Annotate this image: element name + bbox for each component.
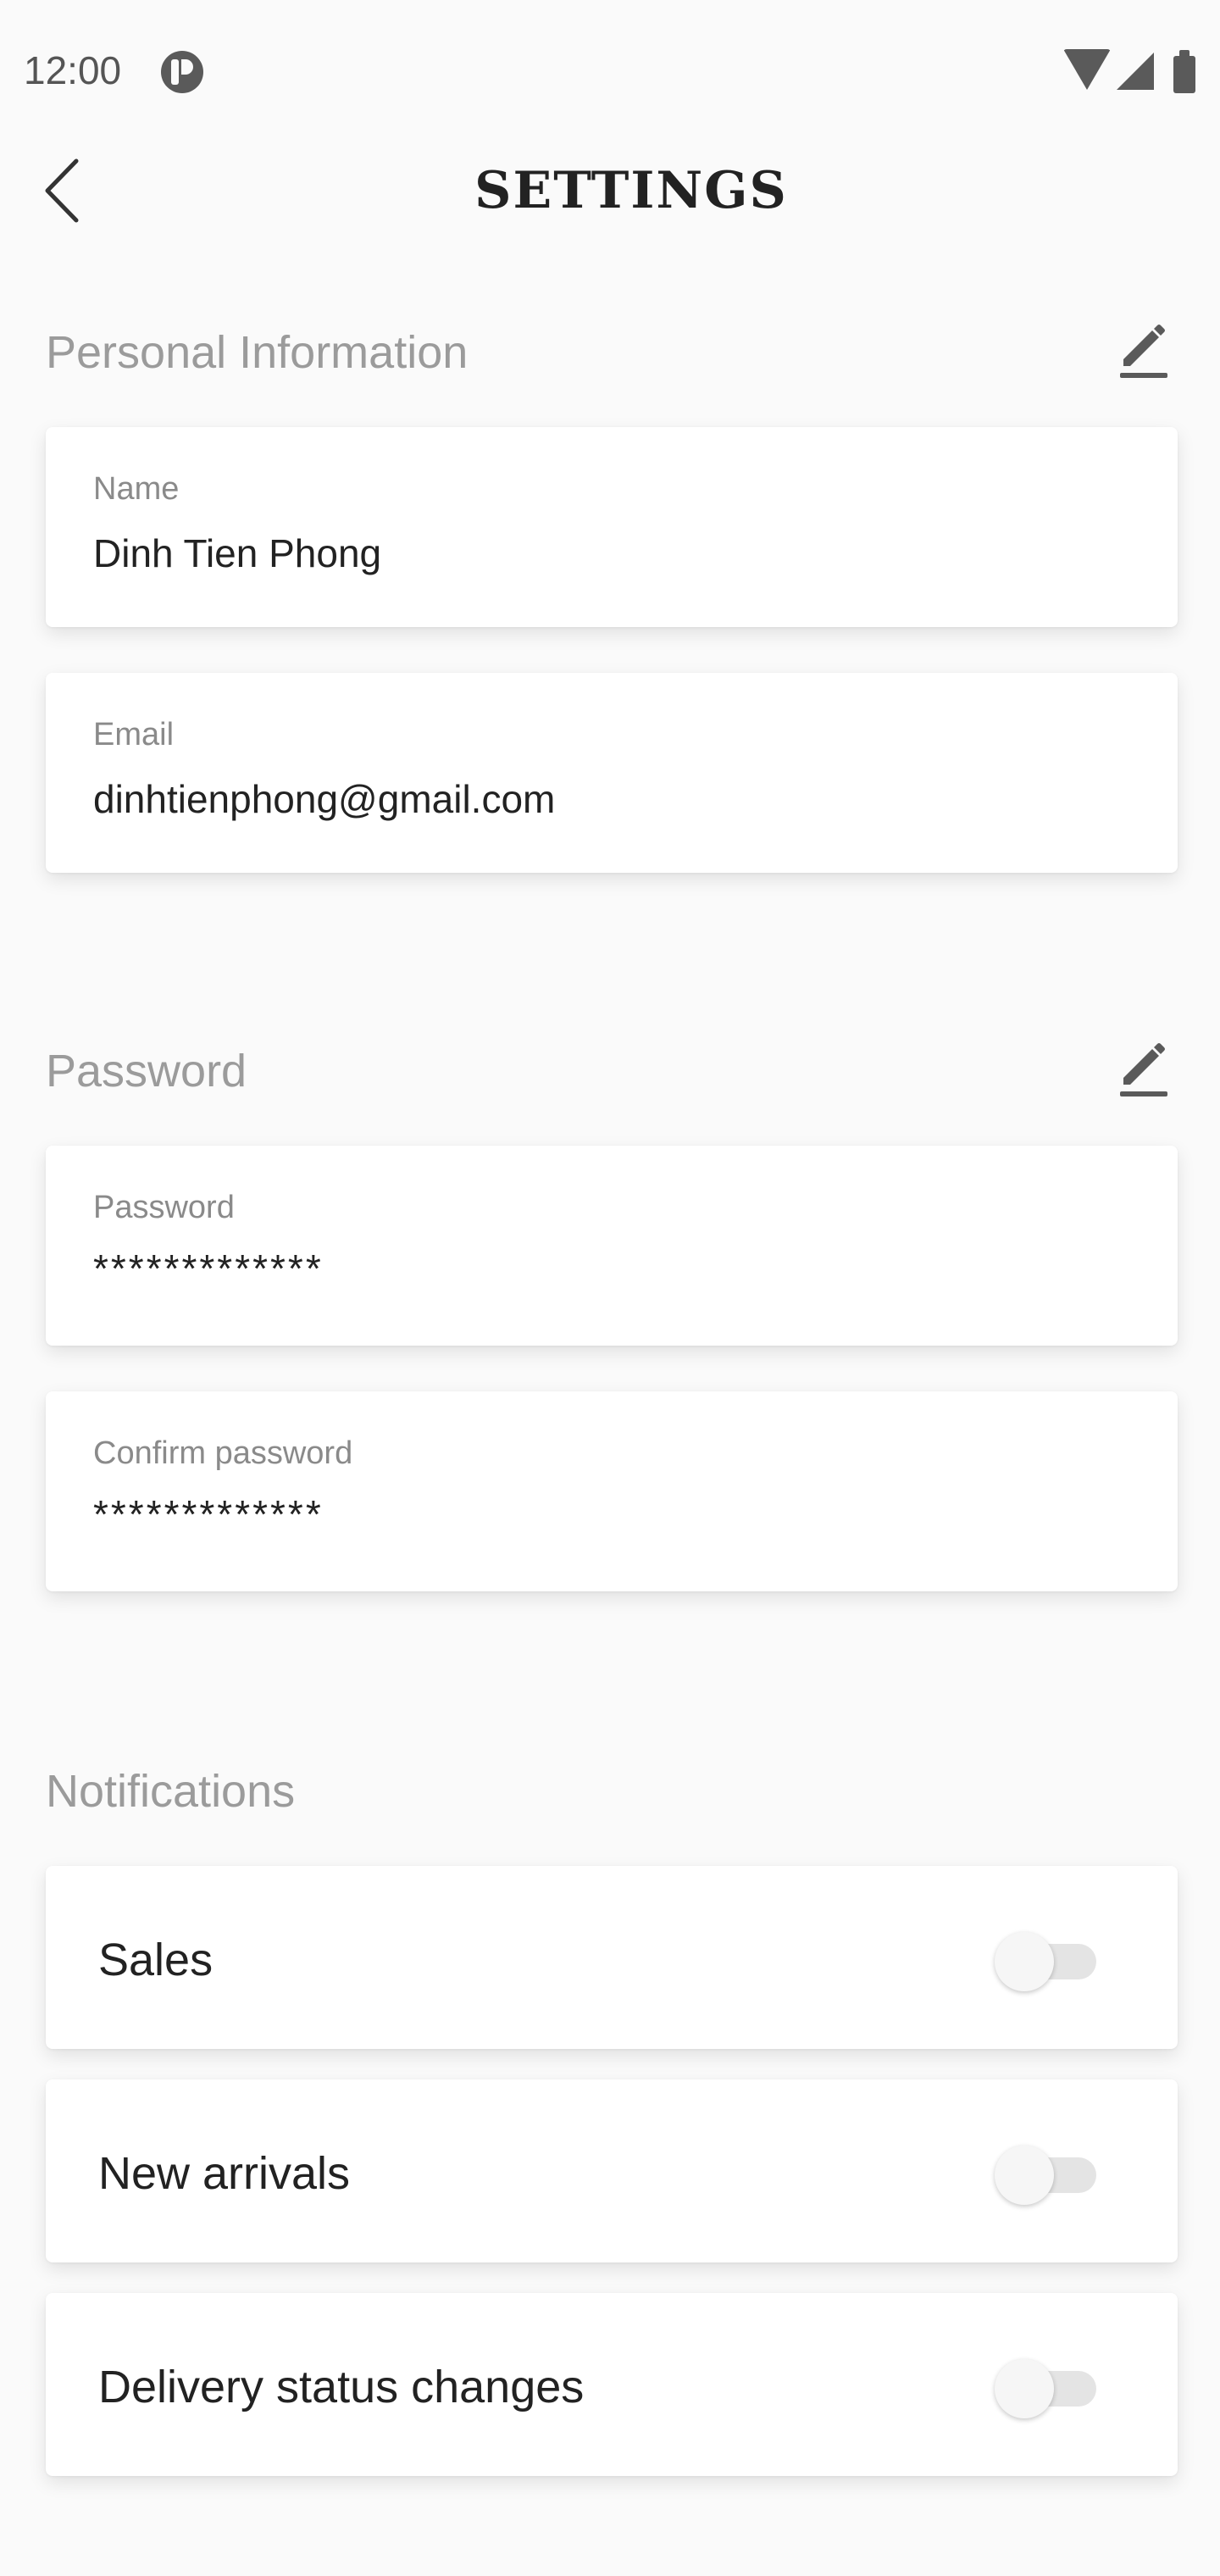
toggle-thumb (995, 2146, 1054, 2205)
password-field[interactable]: Password (46, 1146, 1178, 1346)
edit-personal-information-button[interactable] (1110, 320, 1178, 388)
confirm-password-field[interactable]: Confirm password (46, 1391, 1178, 1591)
email-input[interactable] (93, 776, 1110, 822)
toggle-thumb (995, 1932, 1054, 1991)
name-label: Name (93, 471, 180, 507)
battery-icon (1173, 50, 1195, 93)
confirm-password-label: Confirm password (93, 1435, 353, 1471)
notification-label: Delivery status changes (98, 2362, 585, 2412)
email-field[interactable]: Email (46, 673, 1178, 873)
cellular-signal-icon (1117, 53, 1154, 90)
section-title-password: Password (46, 1046, 247, 1096)
password-input[interactable] (93, 1246, 1110, 1291)
notification-item-new-arrivals: New arrivals (46, 2079, 1178, 2262)
section-title-notifications: Notifications (46, 1766, 296, 1817)
edit-password-button[interactable] (1110, 1039, 1178, 1107)
notification-item-sales: Sales (46, 1866, 1178, 2049)
page-title: SETTINGS (474, 161, 788, 220)
pencil-icon (1120, 1043, 1167, 1096)
status-time: 12:00 (24, 48, 122, 92)
toggle-thumb (995, 2359, 1054, 2418)
name-field[interactable]: Name (46, 427, 1178, 627)
notification-label: Sales (98, 1935, 214, 1985)
app-notification-icon (161, 51, 203, 93)
delivery-status-toggle[interactable] (995, 2351, 1105, 2418)
section-title-personal-information: Personal Information (46, 327, 469, 378)
status-bar: 12:00 (0, 0, 1220, 144)
pencil-icon (1120, 325, 1167, 378)
sales-toggle[interactable] (995, 1924, 1105, 1991)
wifi-icon (1063, 49, 1111, 90)
confirm-password-input[interactable] (93, 1491, 1110, 1537)
email-label: Email (93, 717, 175, 752)
password-label: Password (93, 1190, 235, 1225)
notification-item-delivery-status: Delivery status changes (46, 2293, 1178, 2476)
name-input[interactable] (93, 530, 1110, 576)
new-arrivals-toggle[interactable] (995, 2137, 1105, 2205)
notification-label: New arrivals (98, 2148, 351, 2199)
